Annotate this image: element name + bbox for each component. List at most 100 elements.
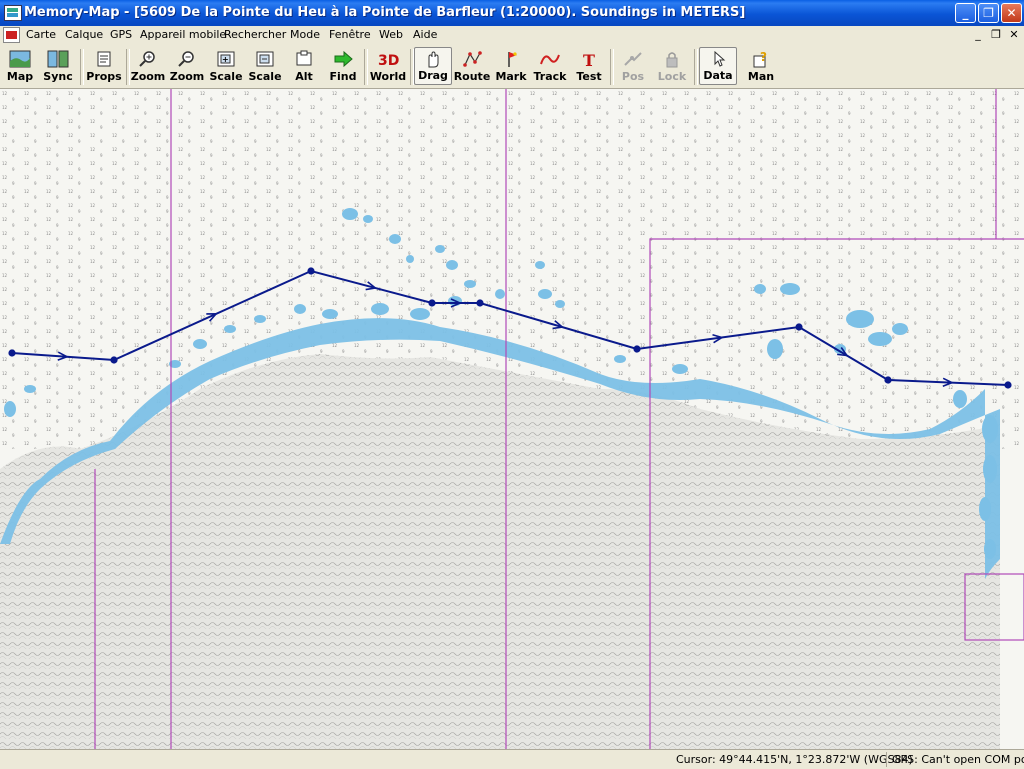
- menu-gps[interactable]: GPS: [110, 28, 132, 41]
- reef-blob: [846, 310, 874, 328]
- menu-carte[interactable]: Carte: [26, 28, 56, 41]
- mdi-restore-button[interactable]: ❐: [988, 27, 1004, 43]
- map-button[interactable]: Map: [1, 47, 39, 85]
- scale-up-button[interactable]: + Scale: [207, 47, 245, 85]
- map-view[interactable]: 12 9: [0, 89, 1024, 749]
- reef-blob: [982, 415, 998, 443]
- reef-blob: [254, 315, 266, 323]
- scale-down-button[interactable]: Scale: [246, 47, 284, 85]
- test-button[interactable]: T Test: [570, 47, 608, 85]
- zoom-in-button[interactable]: Zoom: [129, 47, 167, 85]
- reef-blob: [371, 303, 389, 315]
- props-button[interactable]: Props: [84, 47, 124, 85]
- position-icon: [624, 52, 642, 66]
- menu-calque[interactable]: Calque: [65, 28, 103, 41]
- reef-blob: [672, 364, 688, 374]
- zoom-in-icon: [139, 51, 155, 67]
- reef-blob: [983, 455, 997, 483]
- reef-blob: [446, 260, 458, 270]
- zoom-out-label: Zoom: [169, 70, 205, 83]
- menu-appareil-mobile[interactable]: Appareil mobile: [140, 28, 226, 41]
- sync-button[interactable]: Sync: [39, 47, 77, 85]
- manual-button[interactable]: ? Man: [742, 47, 780, 85]
- world-3d-button[interactable]: 3D World: [368, 47, 408, 85]
- menu-mode[interactable]: Mode: [290, 28, 320, 41]
- find-icon: [334, 50, 353, 68]
- track-button[interactable]: Track: [531, 47, 569, 85]
- props-icon: [97, 51, 111, 67]
- mdi-close-button[interactable]: ✕: [1006, 27, 1022, 43]
- toolbar: Map Sync Props Zoom Zoom + Scale Scale A…: [0, 45, 1024, 89]
- reef-blob: [979, 497, 991, 521]
- reef-blob: [984, 539, 996, 559]
- map-icon: [9, 50, 31, 68]
- world-3d-icon: 3D: [378, 53, 399, 68]
- scale-down-label: Scale: [248, 70, 282, 83]
- route-button[interactable]: Route: [453, 47, 491, 85]
- menu-aide[interactable]: Aide: [413, 28, 437, 41]
- route-waypoint[interactable]: [884, 376, 892, 384]
- reef-blob: [495, 289, 505, 299]
- pos-button[interactable]: Pos: [614, 47, 652, 85]
- route-waypoint[interactable]: [110, 356, 118, 364]
- props-label: Props: [86, 70, 122, 83]
- gps-status: GPS: Can't open COM port: [892, 753, 1024, 766]
- reef-blob: [780, 283, 800, 295]
- route-waypoint[interactable]: [795, 323, 803, 331]
- reef-blob: [193, 339, 207, 349]
- reef-blob: [435, 245, 445, 253]
- route-waypoint[interactable]: [8, 349, 16, 357]
- manual-help-icon: ?: [753, 50, 767, 68]
- reef-blob: [535, 261, 545, 269]
- test-label: Test: [576, 70, 602, 83]
- drag-label: Drag: [418, 69, 448, 82]
- reef-blob: [322, 309, 338, 319]
- maximize-button[interactable]: ❐: [978, 3, 999, 23]
- route-waypoint[interactable]: [633, 345, 641, 353]
- lock-icon: [666, 52, 678, 68]
- scale-down-icon: [256, 51, 274, 67]
- mdi-minimize-button[interactable]: _: [970, 27, 986, 43]
- map-label: Map: [6, 70, 34, 83]
- mark-label: Mark: [495, 70, 527, 83]
- reef-blob: [754, 284, 766, 294]
- route-waypoint[interactable]: [428, 299, 436, 307]
- alt-button[interactable]: Alt: [285, 47, 323, 85]
- lock-button[interactable]: Lock: [653, 47, 691, 85]
- svg-text:+: +: [222, 55, 229, 64]
- menu-fenetre[interactable]: Fenêtre: [329, 28, 371, 41]
- zoom-out-button[interactable]: Zoom: [168, 47, 206, 85]
- route-waypoint[interactable]: [476, 299, 484, 307]
- route-waypoint[interactable]: [1004, 381, 1012, 389]
- manual-label: Man: [747, 70, 775, 83]
- data-button[interactable]: Data: [699, 47, 737, 85]
- sync-label: Sync: [43, 70, 73, 83]
- track-icon: [540, 54, 560, 65]
- menu-web[interactable]: Web: [379, 28, 403, 41]
- data-label: Data: [703, 69, 733, 82]
- title-bar: Memory-Map - [5609 De la Pointe du Heu à…: [0, 0, 1024, 26]
- reef-blob: [953, 390, 967, 408]
- cursor-position: Cursor: 49°44.415'N, 1°23.872'W (WGS84): [676, 753, 913, 766]
- drag-button[interactable]: Drag: [414, 47, 452, 85]
- track-label: Track: [533, 70, 567, 83]
- reef-blob: [363, 215, 373, 223]
- close-button[interactable]: ✕: [1001, 3, 1022, 23]
- route-waypoint[interactable]: [307, 267, 315, 275]
- world-3d-badge: 3D: [378, 53, 399, 68]
- find-button[interactable]: Find: [324, 47, 362, 85]
- nautical-chart[interactable]: 12 9: [0, 89, 1024, 749]
- mark-button[interactable]: Mark: [492, 47, 530, 85]
- minimize-button[interactable]: _: [955, 3, 976, 23]
- reef-blob: [868, 332, 892, 346]
- find-label: Find: [329, 70, 357, 83]
- document-icon[interactable]: [3, 27, 20, 43]
- reef-blob: [4, 401, 16, 417]
- alt-icon: [296, 50, 312, 66]
- scale-up-label: Scale: [209, 70, 243, 83]
- reef-blob: [614, 355, 626, 363]
- menu-rechercher[interactable]: Rechercher: [224, 28, 286, 41]
- toolbar-separator: [694, 49, 698, 85]
- app-icon[interactable]: [4, 5, 22, 21]
- world-label: World: [369, 70, 407, 83]
